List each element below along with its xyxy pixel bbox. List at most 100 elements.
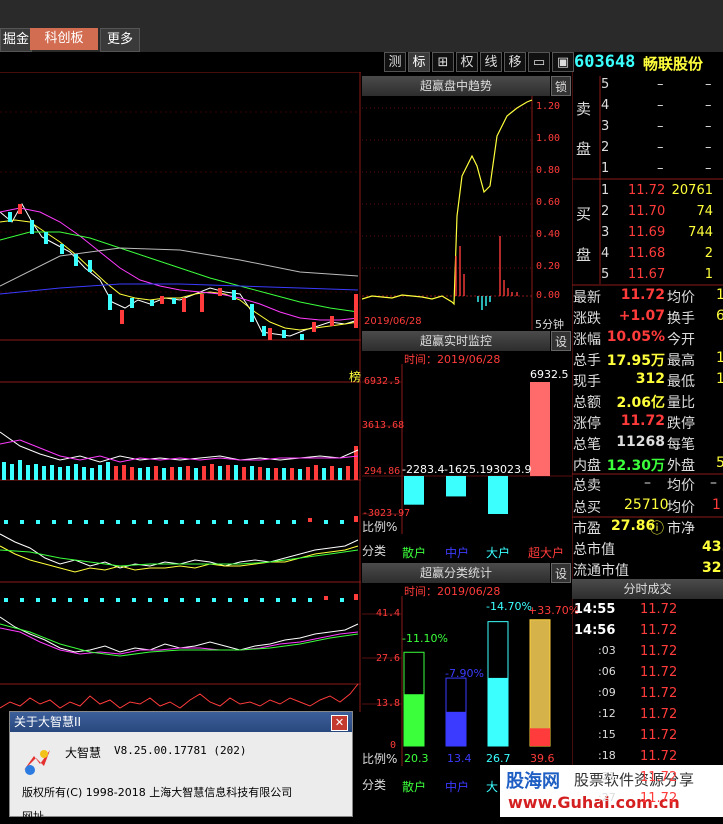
intraday-ytick: 0.40 xyxy=(536,229,561,240)
classify-bar-1 xyxy=(446,711,466,746)
monitor-panel-title: 超赢实时监控 xyxy=(362,331,550,351)
stat-key: 涨停 xyxy=(573,416,601,432)
intraday-ytick: 0.80 xyxy=(536,165,561,176)
stat-value: 17.95万 xyxy=(606,353,665,369)
tool-window-button[interactable]: ▭ xyxy=(528,52,550,72)
bid-row[interactable]: 1 11.72 20761 xyxy=(572,181,723,202)
classify-bar-2 xyxy=(488,677,508,746)
classify-pct-label: -14.70% xyxy=(486,600,532,613)
trade-time: :18 xyxy=(598,749,616,762)
classify-bottom-value: 13.4 xyxy=(447,752,472,765)
tab-kechuangban[interactable]: 科创板 xyxy=(30,28,98,50)
trade-time: :21 xyxy=(598,770,616,783)
ask-price: – xyxy=(657,98,664,113)
stat-key: 现手 xyxy=(573,374,601,390)
buy-total-row: 总买 25710 均价 1 xyxy=(573,497,721,516)
monitor-ytick: 294.86 xyxy=(364,466,401,477)
ask-row[interactable]: 5 – – xyxy=(572,75,723,96)
classify-settings-button[interactable]: 设 xyxy=(551,563,571,583)
ask-row[interactable]: 2 – – xyxy=(572,138,723,159)
app-version: V8.25.00.17781 (202) xyxy=(114,744,247,757)
trade-row[interactable]: :27 11.72 xyxy=(572,789,723,810)
classify-pct-label: -7.90% xyxy=(445,667,484,680)
bid-price: 11.68 xyxy=(628,246,666,261)
ask-level: 4 xyxy=(601,98,610,113)
float-mcap-row: 流通市值 32. xyxy=(573,560,723,579)
ask-row[interactable]: 3 – – xyxy=(572,117,723,138)
ask-row[interactable]: 4 – – xyxy=(572,96,723,117)
monitor-category: 散户 xyxy=(402,546,427,560)
tool-layout-button[interactable]: ▣ xyxy=(552,52,574,72)
trade-row[interactable]: :06 11.72 xyxy=(572,663,723,684)
tool-rights-button[interactable]: 权 xyxy=(456,52,478,72)
ask-level: 2 xyxy=(601,140,610,155)
ask-price: – xyxy=(657,77,664,92)
monitor-bar-3 xyxy=(530,382,550,476)
ask-price: – xyxy=(657,161,664,176)
stat-value: +1.07 xyxy=(618,308,665,324)
classify-bottom-value: 20.3 xyxy=(404,752,429,765)
stock-code: 603648 xyxy=(574,52,636,72)
trade-time: :06 xyxy=(598,665,616,678)
stat-key: 总手 xyxy=(573,353,601,369)
app-logo-icon xyxy=(24,750,50,775)
monitor-value-label: 93023.9 xyxy=(486,463,532,476)
kline-chart[interactable] xyxy=(0,72,361,712)
trade-row[interactable]: :21 11.72 xyxy=(572,768,723,789)
trade-row[interactable]: 14:55 11.72 xyxy=(572,600,723,621)
monitor-bar-0 xyxy=(404,476,424,505)
trade-price: 11.72 xyxy=(640,791,678,806)
bid-row[interactable]: 5 11.67 1 xyxy=(572,265,723,286)
trade-row[interactable]: :09 11.72 xyxy=(572,684,723,705)
tab-juejin[interactable]: 掘金 xyxy=(0,28,32,52)
trade-row[interactable]: :03 11.72 xyxy=(572,642,723,663)
ask-row[interactable]: 1 – – xyxy=(572,159,723,180)
stat-key: 每笔 xyxy=(667,437,695,453)
stat-row: 总手 17.95万 最高 1 xyxy=(572,349,723,370)
tool-move-button[interactable]: 移 xyxy=(504,52,526,72)
monitor-ratio-label: 比例% xyxy=(362,520,398,534)
trade-time: 14:55 xyxy=(574,602,616,617)
pe-info-icon[interactable]: ⓘ xyxy=(650,518,664,538)
bid-volume: 74 xyxy=(696,204,713,219)
stat-key: 最高 xyxy=(667,353,695,369)
tool-line-button[interactable]: 线 xyxy=(480,52,502,72)
trade-price: 11.72 xyxy=(640,686,678,701)
rank-label: 榜 xyxy=(349,370,362,384)
stat-value: 2.06亿 xyxy=(616,395,665,411)
lock-button[interactable]: 锁 xyxy=(551,76,571,96)
monitor-value-label: -1625.1 xyxy=(444,463,487,476)
close-icon[interactable]: ✕ xyxy=(331,715,348,731)
tool-grid-button[interactable]: ⊞ xyxy=(432,52,454,72)
tool-mark-button[interactable]: 标 xyxy=(408,52,430,72)
stat-value: 10.05% xyxy=(606,329,665,345)
bid-row[interactable]: 4 11.68 2 xyxy=(572,244,723,265)
trade-row[interactable]: :15 11.72 xyxy=(572,726,723,747)
stat-key: 换手 xyxy=(667,311,695,327)
monitor-value-label: 6932.5 xyxy=(530,368,569,381)
trade-price: 11.72 xyxy=(640,665,678,680)
stat-value: 6 xyxy=(716,308,723,324)
tool-measure-button[interactable]: 测 xyxy=(384,52,406,72)
trade-row[interactable]: :18 11.72 xyxy=(572,747,723,768)
bid-row[interactable]: 2 11.70 74 xyxy=(572,202,723,223)
watermark-brand: 股海网 xyxy=(506,771,560,792)
stat-key: 总额 xyxy=(573,395,601,411)
bid-price: 11.69 xyxy=(628,225,666,240)
interval-label[interactable]: 5分钟 xyxy=(535,316,564,332)
trade-price: 11.72 xyxy=(640,623,678,638)
monitor-settings-button[interactable]: 设 xyxy=(551,331,571,351)
ask-price: – xyxy=(657,119,664,134)
trades-title: 分时成交 xyxy=(572,579,723,599)
bid-volume: 20761 xyxy=(671,183,713,198)
tab-more[interactable]: 更多 xyxy=(100,28,140,52)
stat-value: 12.30万 xyxy=(606,458,665,474)
classify-class-label: 分类 xyxy=(362,778,387,792)
bid-row[interactable]: 3 11.69 744 xyxy=(572,223,723,244)
stat-key: 今开 xyxy=(667,332,695,348)
trade-row[interactable]: :12 11.72 xyxy=(572,705,723,726)
monitor-value-label: -2283.4 xyxy=(402,463,445,476)
stat-key: 内盘 xyxy=(573,458,601,474)
stat-row: 现手 312 最低 1 xyxy=(572,370,723,391)
trade-row[interactable]: 14:56 11.72 xyxy=(572,621,723,642)
